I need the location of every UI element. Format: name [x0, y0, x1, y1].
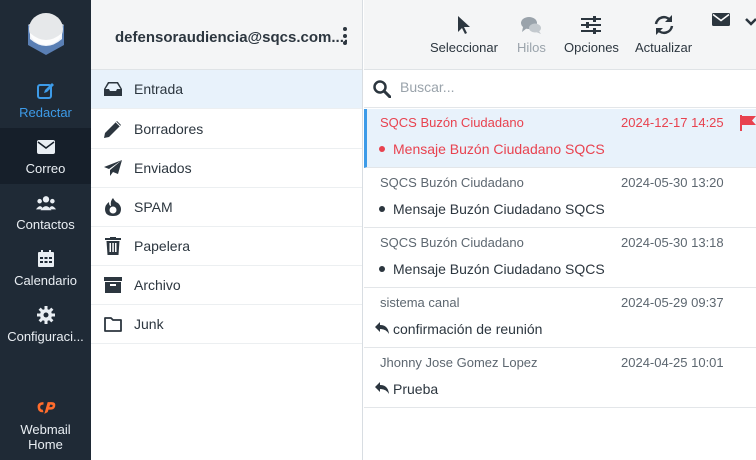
unread-dot-icon: [379, 146, 385, 152]
main-navigation: Redactar Correo Contactos Calendario Con…: [0, 0, 91, 460]
account-email: defensoraudiencia@sqcs.com....: [115, 29, 349, 46]
select-button[interactable]: Seleccionar: [430, 14, 498, 55]
message-subject: Mensaje Buzón Ciudadano SQCS: [375, 261, 605, 277]
inbox-icon: [102, 80, 124, 98]
message-date: 2024-04-25 10:01: [621, 355, 724, 370]
account-header: defensoraudiencia@sqcs.com....: [91, 0, 362, 70]
replied-icon: [375, 381, 389, 397]
select-label: Seleccionar: [430, 40, 498, 55]
folder-icon: [102, 315, 124, 333]
message-sender: SQCS Buzón Ciudadano: [380, 175, 524, 190]
folder-archive[interactable]: Archivo: [91, 266, 362, 305]
search-bar: [364, 70, 756, 108]
users-icon: [35, 193, 56, 213]
archive-icon: [102, 276, 124, 294]
options-button[interactable]: Opciones: [564, 14, 619, 55]
chat-bubbles-icon: [520, 14, 542, 36]
folder-panel: defensoraudiencia@sqcs.com.... Entrada B…: [91, 0, 363, 460]
mail-toolbar: Seleccionar Hilos Opciones Actualizar: [364, 0, 756, 70]
message-row[interactable]: SQCS Buzón Ciudadano 2024-05-30 13:20 Me…: [364, 169, 756, 228]
gear-icon: [36, 305, 56, 325]
account-menu-icon[interactable]: [341, 27, 349, 45]
unread-dot-icon: [379, 266, 385, 272]
nav-label-compose: Redactar: [19, 104, 72, 120]
folder-spam[interactable]: SPAM: [91, 188, 362, 227]
nav-label-webmail: Webmail: [20, 422, 71, 437]
folder-label: Borradores: [134, 121, 204, 137]
threads-button[interactable]: Hilos: [517, 14, 546, 55]
message-subject: Mensaje Buzón Ciudadano SQCS: [375, 141, 605, 157]
nav-compose[interactable]: Redactar: [0, 72, 91, 128]
replied-icon: [375, 321, 389, 337]
nav-label-calendar: Calendario: [14, 272, 77, 288]
refresh-icon: [654, 14, 674, 36]
message-row[interactable]: SQCS Buzón Ciudadano 2024-05-30 13:18 Me…: [364, 229, 756, 288]
message-date: 2024-12-17 14:25: [621, 115, 724, 130]
folder-label: Archivo: [134, 277, 181, 293]
message-date: 2024-05-29 09:37: [621, 295, 724, 310]
cpanel-icon: [36, 398, 56, 418]
nav-mail[interactable]: Correo: [0, 128, 91, 184]
envelope-filter-icon[interactable]: [712, 13, 730, 31]
trash-icon: [102, 237, 124, 255]
logo[interactable]: [0, 0, 91, 70]
message-subject: Prueba: [375, 381, 438, 397]
search-input[interactable]: [400, 79, 700, 95]
message-sender: SQCS Buzón Ciudadano: [380, 235, 524, 250]
folder-label: SPAM: [134, 199, 173, 215]
refresh-label: Actualizar: [635, 40, 693, 55]
calendar-icon: [36, 249, 56, 269]
folder-label: Enviados: [134, 160, 192, 176]
nav-label-contacts: Contactos: [16, 216, 75, 232]
compose-icon: [36, 81, 56, 101]
threads-label: Hilos: [517, 40, 546, 55]
folder-junk[interactable]: Junk: [91, 305, 362, 344]
flag-icon[interactable]: [740, 115, 756, 136]
folder-label: Papelera: [134, 238, 191, 254]
paper-plane-icon: [102, 159, 124, 177]
folder-drafts[interactable]: Borradores: [91, 110, 362, 149]
message-date: 2024-05-30 13:20: [621, 175, 724, 190]
nav-label-home: Home: [28, 437, 63, 452]
message-date: 2024-05-30 13:18: [621, 235, 724, 250]
sliders-icon: [581, 14, 602, 36]
message-subject: Mensaje Buzón Ciudadano SQCS: [375, 201, 605, 217]
refresh-button[interactable]: Actualizar: [635, 14, 692, 55]
message-subject-text: confirmación de reunión: [393, 321, 543, 337]
message-sender: sistema canal: [380, 295, 460, 310]
message-subject-text: Mensaje Buzón Ciudadano SQCS: [393, 141, 605, 157]
nav-label-settings: Configuraci...: [7, 328, 84, 344]
search-icon: [373, 80, 392, 103]
nav-settings[interactable]: Configuraci...: [0, 296, 91, 352]
envelope-icon: [36, 137, 56, 157]
nav-contacts[interactable]: Contactos: [0, 184, 91, 240]
pencil-icon: [102, 120, 124, 138]
message-subject-text: Mensaje Buzón Ciudadano SQCS: [393, 201, 605, 217]
fire-icon: [102, 198, 124, 216]
nav-webmail-home[interactable]: Webmail Home: [0, 392, 91, 458]
folder-trash[interactable]: Papelera: [91, 227, 362, 266]
message-row[interactable]: sistema canal 2024-05-29 09:37 confirmac…: [364, 289, 756, 348]
logo-icon: [27, 13, 64, 55]
message-subject: confirmación de reunión: [375, 321, 542, 337]
chevron-down-icon[interactable]: [745, 14, 756, 32]
message-row[interactable]: Jhonny Jose Gomez Lopez 2024-04-25 10:01…: [364, 349, 756, 408]
nav-label-mail: Correo: [25, 160, 66, 176]
message-sender: Jhonny Jose Gomez Lopez: [380, 355, 538, 370]
message-subject-text: Prueba: [393, 381, 439, 397]
message-subject-text: Mensaje Buzón Ciudadano SQCS: [393, 261, 605, 277]
folder-sent[interactable]: Enviados: [91, 149, 362, 188]
folder-label: Junk: [134, 316, 164, 332]
options-label: Opciones: [564, 40, 619, 55]
nav-calendar[interactable]: Calendario: [0, 240, 91, 296]
message-sender: SQCS Buzón Ciudadano: [380, 115, 524, 130]
folder-label: Entrada: [134, 81, 184, 97]
unread-dot-icon: [379, 206, 385, 212]
message-row[interactable]: SQCS Buzón Ciudadano 2024-12-17 14:25 Me…: [364, 109, 756, 168]
cursor-icon: [457, 14, 471, 36]
folder-inbox[interactable]: Entrada: [91, 70, 362, 109]
